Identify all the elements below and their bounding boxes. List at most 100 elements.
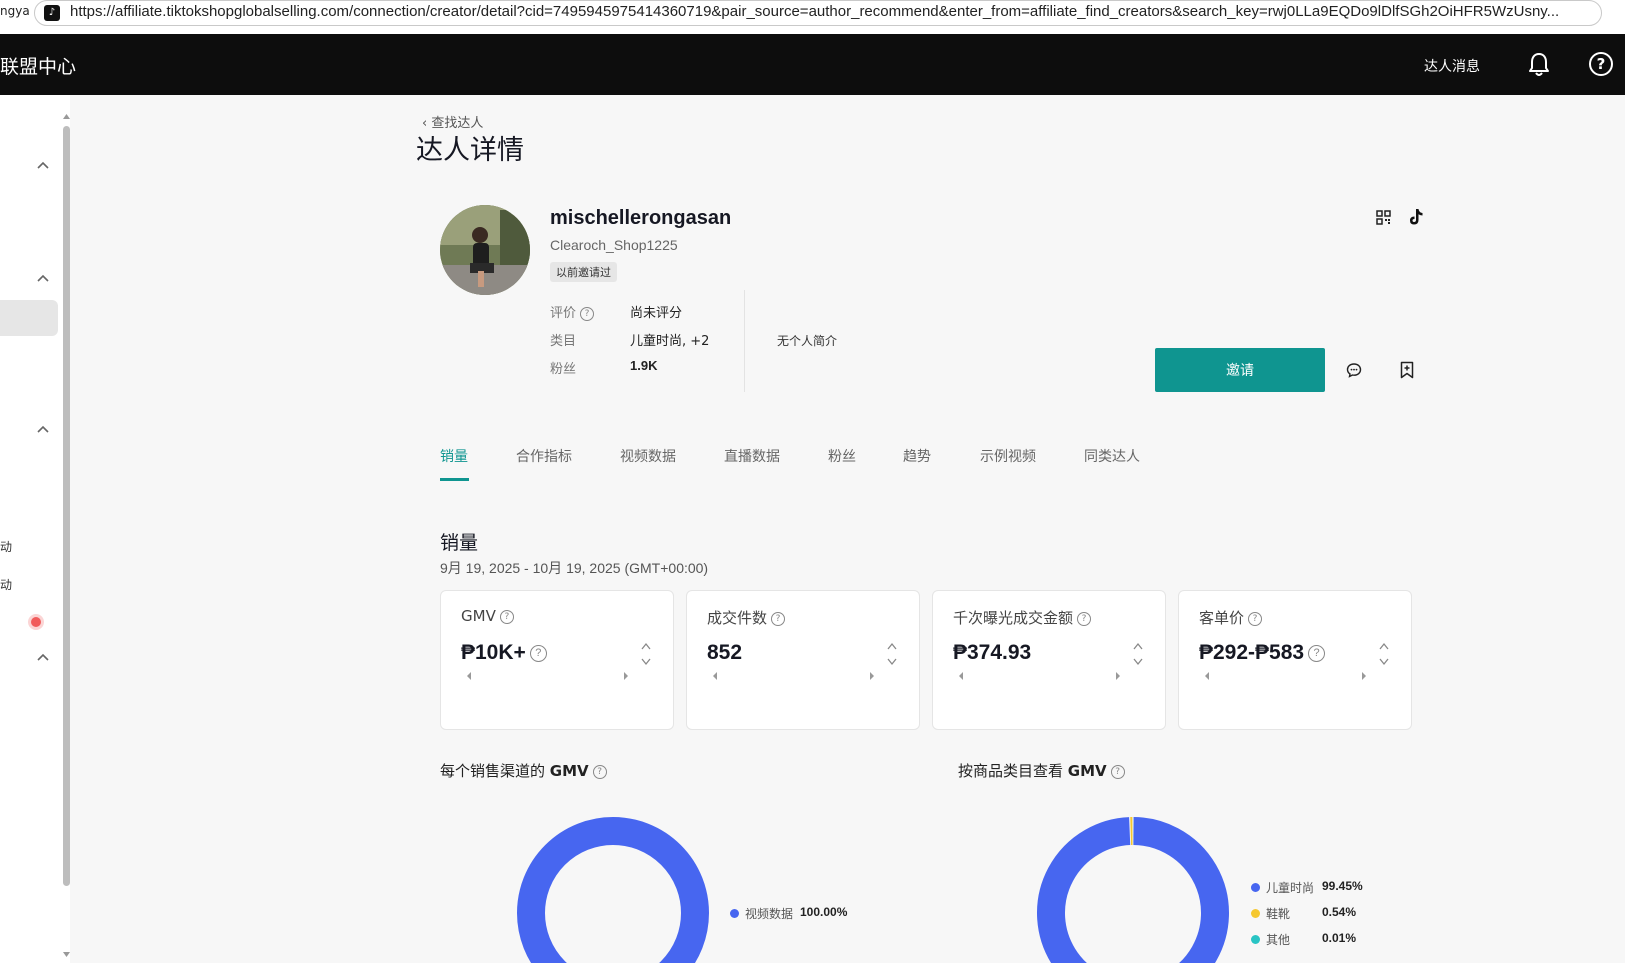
- sidebar-item-label[interactable]: 动: [0, 538, 12, 555]
- legend-dot: [1251, 935, 1260, 944]
- chevron-up-icon[interactable]: [36, 652, 50, 662]
- legend-dot: [1251, 909, 1260, 918]
- tab-live-data[interactable]: 直播数据: [724, 446, 780, 466]
- bell-icon[interactable]: [1528, 52, 1550, 78]
- invite-button[interactable]: 邀请: [1155, 348, 1325, 392]
- help-circle-icon[interactable]: ?: [592, 764, 607, 779]
- legend-value: 0.54%: [1322, 905, 1357, 919]
- followers-label: 粉丝: [550, 362, 577, 377]
- help-circle-icon[interactable]: ?: [499, 609, 514, 624]
- chevron-up-icon[interactable]: [36, 160, 50, 170]
- metric-label: GMV?: [461, 607, 514, 625]
- creator-messages-link[interactable]: 达人消息: [1424, 56, 1480, 76]
- tab-trends[interactable]: 趋势: [903, 446, 931, 466]
- caret-left-icon[interactable]: [1204, 671, 1210, 681]
- active-tab-indicator: [440, 478, 469, 481]
- top-nav-bar: [0, 34, 1625, 95]
- help-circle-icon[interactable]: ?: [529, 644, 547, 662]
- tab-sales[interactable]: 销量: [440, 446, 468, 466]
- caret-left-icon[interactable]: [466, 671, 472, 681]
- help-circle-icon[interactable]: ?: [580, 306, 595, 321]
- brand-title[interactable]: 联盟中心: [0, 52, 76, 79]
- channel-donut-chart: [517, 817, 709, 963]
- metric-label: 千次曝光成交金额?: [953, 607, 1092, 628]
- date-range: 9月 19, 2025 - 10月 19, 2025 (GMT+00:00): [440, 560, 709, 576]
- caret-left-icon[interactable]: [712, 671, 718, 681]
- tab-similar-creators[interactable]: 同类达人: [1084, 446, 1140, 466]
- category-donut-chart: [1037, 817, 1229, 963]
- help-circle-icon[interactable]: ?: [1077, 611, 1092, 626]
- metric-value: ₱292-₱583?: [1199, 641, 1326, 665]
- qr-code-icon[interactable]: [1376, 210, 1391, 225]
- legend-label: 儿童时尚: [1266, 881, 1315, 895]
- tab-collaboration-metrics[interactable]: 合作指标: [516, 446, 572, 466]
- creator-bio: 无个人简介: [777, 334, 838, 348]
- metric-value: ₱374.93: [953, 641, 1032, 664]
- scroll-up-arrow-icon[interactable]: [62, 113, 71, 120]
- legend-dot: [730, 909, 739, 918]
- metric-card-items-sold: 成交件数? 852: [686, 590, 920, 730]
- legend-label: 视频数据: [745, 907, 794, 921]
- sort-spinner-icon[interactable]: [1379, 641, 1389, 667]
- bookmark-add-icon[interactable]: [1399, 361, 1415, 379]
- metric-label: 客单价?: [1199, 607, 1263, 628]
- metric-label: 成交件数?: [707, 607, 786, 628]
- chevron-up-icon[interactable]: [36, 424, 50, 434]
- donut-slice-0[interactable]: [1037, 817, 1229, 963]
- left-sidebar: [0, 95, 70, 963]
- help-circle-icon[interactable]: ?: [771, 611, 786, 626]
- rating-label: 评价?: [550, 302, 595, 321]
- legend-label: 其他: [1266, 933, 1291, 947]
- legend-value: 100.00%: [800, 905, 848, 919]
- page-title: 达人详情: [416, 135, 524, 166]
- legend-value: 99.45%: [1322, 879, 1363, 893]
- tab-followers[interactable]: 粉丝: [828, 446, 856, 466]
- divider: [744, 290, 745, 392]
- help-icon[interactable]: ?: [1589, 52, 1613, 76]
- legend-label: 鞋靴: [1266, 907, 1291, 921]
- scrollbar-thumb[interactable]: [63, 126, 70, 886]
- sort-spinner-icon[interactable]: [641, 641, 651, 667]
- category-gmv-title: 按商品类目查看 GMV?: [958, 760, 1125, 781]
- creator-shop-name: Clearoch_Shop1225: [550, 237, 678, 253]
- caret-right-icon[interactable]: [869, 671, 875, 681]
- caret-left-icon[interactable]: [958, 671, 964, 681]
- chat-icon[interactable]: [1346, 362, 1362, 378]
- rating-value: 尚未评分: [630, 306, 683, 321]
- caret-right-icon[interactable]: [1115, 671, 1121, 681]
- sidebar-item-label[interactable]: 动: [0, 576, 12, 593]
- tab-sample-videos[interactable]: 示例视频: [980, 446, 1036, 466]
- help-circle-icon[interactable]: ?: [1248, 611, 1263, 626]
- sort-spinner-icon[interactable]: [887, 641, 897, 667]
- tiktok-favicon-icon: ♪: [44, 5, 60, 21]
- legend-value: 0.01%: [1322, 931, 1357, 945]
- legend-dot: [1251, 883, 1260, 892]
- browser-tab-fragment[interactable]: ngya: [0, 4, 30, 18]
- scroll-down-arrow-icon[interactable]: [62, 951, 71, 958]
- notification-dot: [31, 617, 41, 627]
- metric-card-gmv: GMV? ₱10K+?: [440, 590, 674, 730]
- sidebar-item-selected[interactable]: [0, 300, 58, 336]
- category-value[interactable]: 儿童时尚, +2: [630, 330, 709, 349]
- creator-username: mischellerongasan: [550, 207, 732, 229]
- avatar: [440, 205, 530, 295]
- metric-card-avg-order-value: 客单价? ₱292-₱583?: [1178, 590, 1412, 730]
- category-label: 类目: [550, 334, 577, 349]
- tiktok-icon[interactable]: [1408, 208, 1424, 226]
- caret-right-icon[interactable]: [623, 671, 629, 681]
- caret-right-icon[interactable]: [1361, 671, 1367, 681]
- previously-invited-badge: 以前邀请过: [550, 262, 617, 282]
- help-circle-icon[interactable]: ?: [1308, 644, 1326, 662]
- donut-slice-0[interactable]: [517, 817, 709, 963]
- followers-value: 1.9K: [630, 358, 658, 373]
- tab-video-data[interactable]: 视频数据: [620, 446, 676, 466]
- chevron-up-icon[interactable]: [36, 273, 50, 283]
- channel-gmv-title: 每个销售渠道的 GMV?: [440, 760, 607, 781]
- metric-value: ₱10K+?: [461, 641, 547, 665]
- metric-card-gpm: 千次曝光成交金额? ₱374.93: [932, 590, 1166, 730]
- sort-spinner-icon[interactable]: [1133, 641, 1143, 667]
- sales-section-title: 销量: [440, 532, 479, 554]
- url-text[interactable]: https://affiliate.tiktokshopglobalsellin…: [70, 3, 1559, 20]
- help-circle-icon[interactable]: ?: [1110, 764, 1125, 779]
- metric-value: 852: [707, 641, 743, 664]
